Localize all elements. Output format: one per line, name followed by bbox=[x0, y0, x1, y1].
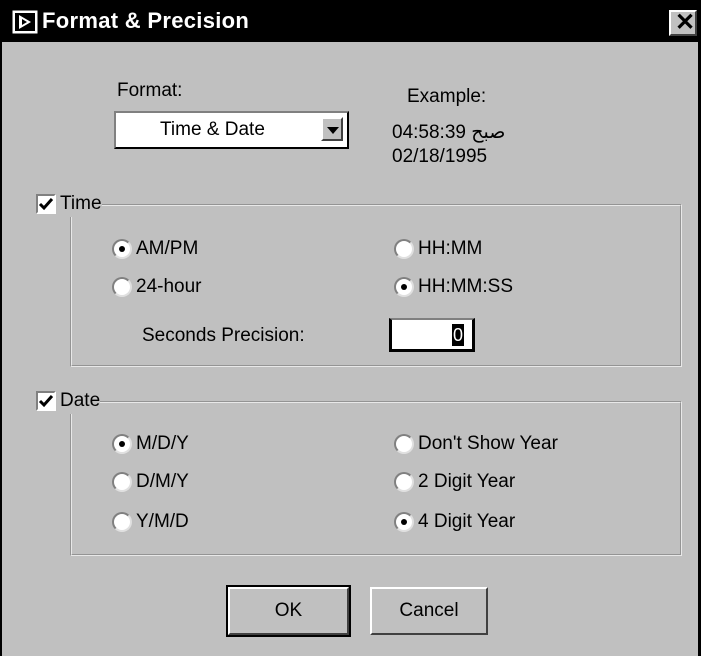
radio-24-hour[interactable]: 24-hour bbox=[112, 276, 202, 298]
checkbox-icon[interactable] bbox=[36, 194, 56, 214]
date-group-legend[interactable]: Date bbox=[36, 388, 101, 414]
time-checkbox-label: Time bbox=[60, 193, 102, 214]
radio-icon bbox=[112, 277, 132, 297]
radio-icon bbox=[112, 434, 132, 454]
example-time: 04:58:39 صبح bbox=[392, 122, 506, 143]
radio-icon bbox=[394, 512, 414, 532]
cancel-button[interactable]: Cancel bbox=[370, 587, 488, 635]
date-checkbox-label: Date bbox=[60, 390, 101, 411]
time-group-legend[interactable]: Time bbox=[36, 191, 102, 217]
radio-icon bbox=[394, 239, 414, 259]
example-date: 02/18/1995 bbox=[392, 146, 488, 167]
radio-4-digit-year[interactable]: 4 Digit Year bbox=[394, 511, 515, 533]
radio-icon bbox=[112, 512, 132, 532]
close-button[interactable]: ✕ bbox=[669, 10, 697, 36]
checkbox-icon[interactable] bbox=[36, 391, 56, 411]
radio-2-digit-year[interactable]: 2 Digit Year bbox=[394, 471, 515, 493]
radio-hh-mm-ss[interactable]: HH:MM:SS bbox=[394, 276, 513, 298]
radio-icon bbox=[394, 472, 414, 492]
radio-m-d-y[interactable]: M/D/Y bbox=[112, 433, 189, 455]
example-label: Example: bbox=[407, 86, 487, 107]
window-title: Format & Precision bbox=[42, 8, 250, 33]
radio-hh-mm[interactable]: HH:MM bbox=[394, 238, 482, 260]
radio-dont-show-year[interactable]: Don't Show Year bbox=[394, 433, 558, 455]
format-precision-dialog: Format & Precision ✕ Format: Time & Date… bbox=[0, 0, 701, 656]
radio-icon bbox=[394, 277, 414, 297]
radio-icon bbox=[112, 472, 132, 492]
format-select[interactable]: Time & Date bbox=[114, 111, 349, 149]
format-selected-value: Time & Date bbox=[160, 119, 265, 140]
seconds-precision-value: 0 bbox=[452, 324, 464, 346]
title-bar[interactable]: Format & Precision ✕ bbox=[2, 2, 700, 42]
dropdown-arrow-icon[interactable] bbox=[321, 117, 343, 141]
format-label: Format: bbox=[117, 80, 183, 101]
radio-y-m-d[interactable]: Y/M/D bbox=[112, 511, 189, 533]
seconds-precision-input[interactable]: 0 bbox=[389, 318, 475, 352]
radio-icon bbox=[394, 434, 414, 454]
radio-icon bbox=[112, 239, 132, 259]
seconds-precision-label: Seconds Precision: bbox=[142, 325, 305, 346]
ok-button[interactable]: OK bbox=[226, 585, 351, 637]
radio-am-pm[interactable]: AM/PM bbox=[112, 238, 198, 260]
labview-app-icon bbox=[12, 10, 38, 34]
close-icon: ✕ bbox=[675, 9, 696, 36]
radio-d-m-y[interactable]: D/M/Y bbox=[112, 471, 189, 493]
